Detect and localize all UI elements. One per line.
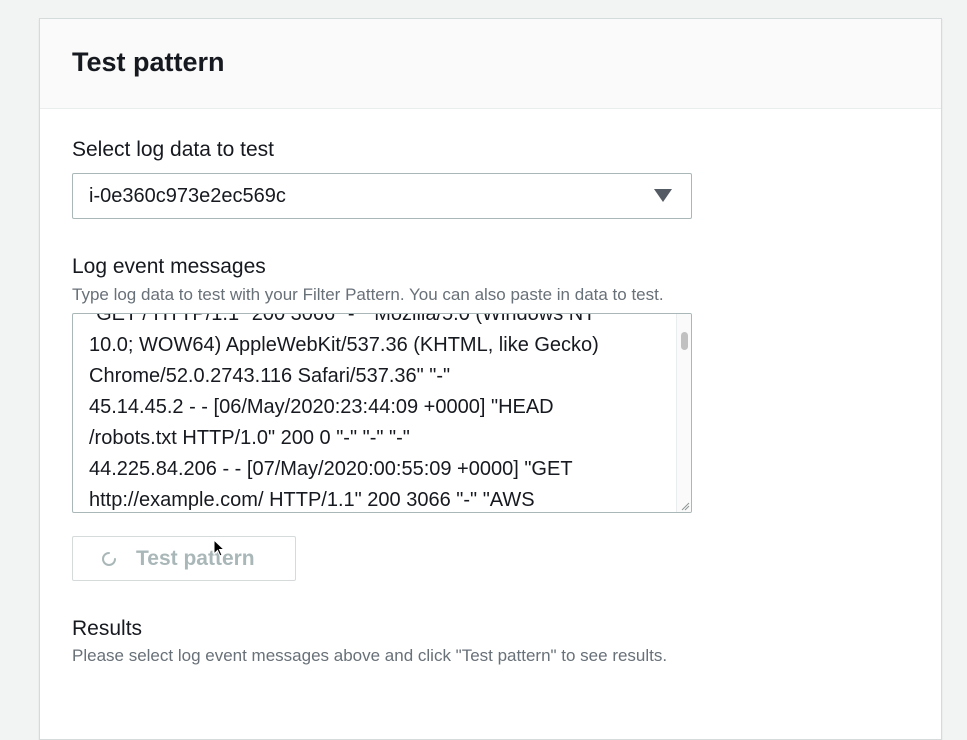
log-messages-description: Type log data to test with your Filter P… (72, 285, 664, 304)
log-line: http://example.com/ HTTP/1.1" 200 3066 "… (89, 489, 535, 511)
log-messages-textarea[interactable]: "GET / HTTP/1.1" 200 3066 "-" "Mozilla/5… (72, 313, 692, 513)
test-pattern-panel: Test pattern Select log data to test i-0… (39, 18, 942, 740)
spinner-icon (102, 552, 116, 566)
caret-down-icon (654, 189, 672, 202)
panel-header: Test pattern (40, 19, 941, 109)
log-source-label: Select log data to test (72, 138, 274, 161)
log-line: 45.14.45.2 - - [06/May/2020:23:44:09 +00… (89, 396, 554, 418)
log-source-selected-value: i-0e360c973e2ec569c (89, 185, 286, 207)
log-line: 10.0; WOW64) AppleWebKit/537.36 (KHTML, … (89, 334, 599, 356)
log-source-select[interactable]: i-0e360c973e2ec569c (72, 173, 692, 219)
log-messages-label: Log event messages (72, 255, 266, 278)
log-line: 44.225.84.206 - - [07/May/2020:00:55:09 … (89, 458, 573, 480)
textarea-scrollbar[interactable] (676, 314, 691, 512)
log-line: "GET / HTTP/1.1" 200 3066 "-" "Mozilla/5… (89, 313, 596, 325)
log-messages-content: "GET / HTTP/1.1" 200 3066 "-" "Mozilla/5… (89, 313, 674, 512)
log-line: Chrome/52.0.2743.116 Safari/537.36" "-" (89, 365, 451, 387)
test-pattern-button-label: Test pattern (136, 547, 255, 570)
resize-handle-icon[interactable] (680, 501, 690, 511)
results-label: Results (72, 617, 143, 640)
results-description: Please select log event messages above a… (72, 646, 668, 665)
log-line: /robots.txt HTTP/1.0" 200 0 "-" "-" "-" (89, 427, 410, 449)
mouse-cursor-icon (213, 539, 226, 557)
test-pattern-button[interactable]: Test pattern (72, 536, 296, 581)
panel-title: Test pattern (72, 47, 225, 77)
scrollbar-thumb[interactable] (681, 332, 688, 350)
